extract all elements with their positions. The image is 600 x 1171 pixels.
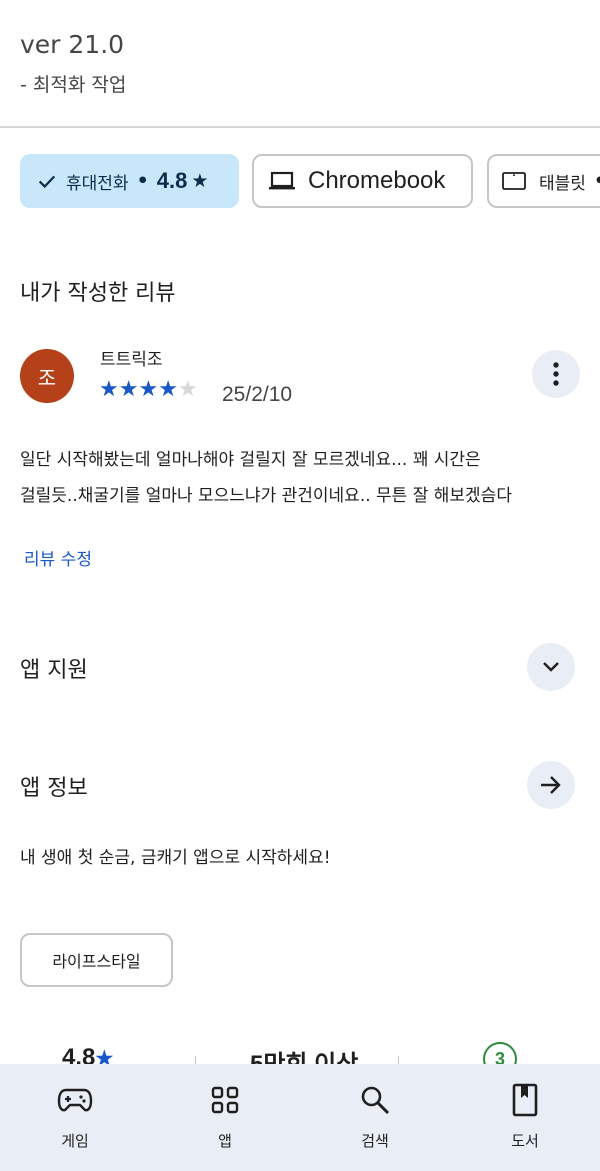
nav-label-games: 게임: [61, 1132, 89, 1150]
star-icon: ★: [138, 377, 159, 402]
chip-phone-label: 휴대전화: [66, 173, 129, 194]
chip-separator: •: [594, 170, 600, 192]
nav-item-apps[interactable]: 앱: [150, 1064, 300, 1171]
check-icon: [38, 175, 56, 189]
chip-phone[interactable]: 휴대전화 • 4.8 ★: [20, 154, 239, 208]
nav-item-books[interactable]: 도서: [450, 1064, 600, 1171]
review-date: 25/2/10: [222, 383, 293, 406]
nav-item-search[interactable]: 검색: [300, 1064, 450, 1171]
device-chip-row: 휴대전화 • 4.8 ★ Chromebook 태블릿 •: [20, 154, 600, 208]
star-icon: ★: [118, 377, 139, 402]
more-vert-icon: [553, 362, 559, 386]
version-text: ver 21.0: [20, 30, 125, 59]
chip-tablet-label: 태블릿: [539, 173, 586, 194]
app-support-title[interactable]: 앱 지원: [20, 652, 88, 684]
expand-app-support-button[interactable]: [527, 643, 575, 691]
bottom-navigation: 게임 앱 검색 도서: [0, 1064, 600, 1171]
chevron-down-icon: [543, 662, 559, 672]
review-text: 일단 시작해봤는데 얼마나해야 걸릴지 잘 모르겠네요... 꽤 시간은 걸릴듯…: [20, 442, 580, 514]
chip-chromebook-label: Chromebook: [308, 167, 446, 194]
laptop-icon: [269, 171, 295, 190]
avatar: 조: [20, 349, 74, 403]
search-icon: [355, 1082, 395, 1118]
chip-chromebook[interactable]: Chromebook: [252, 154, 473, 208]
app-info-title[interactable]: 앱 정보: [20, 770, 88, 802]
app-tagline: 내 생애 첫 순금, 금캐기 앱으로 시작하세요!: [20, 848, 331, 868]
review-text-line: 걸릴듯..채굴기를 얼마나 모으느냐가 관건이네요.. 무튼 잘 해보겠슴다: [20, 486, 512, 506]
review-text-line: 일단 시작해봤는데 얼마나해야 걸릴지 잘 모르겠네요... 꽤 시간은: [20, 450, 481, 470]
nav-label-books: 도서: [511, 1132, 539, 1150]
apps-grid-icon: [205, 1082, 245, 1118]
arrow-right-icon: [541, 776, 561, 794]
reviewer-name: 트트릭조: [100, 350, 163, 370]
more-options-button[interactable]: [532, 350, 580, 398]
chip-separator: •: [136, 170, 149, 192]
book-icon: [505, 1082, 545, 1118]
my-review-title: 내가 작성한 리뷰: [20, 281, 176, 306]
star-rating: ★★★★★: [99, 377, 198, 402]
star-empty-icon: ★: [177, 377, 198, 402]
gamepad-icon: [55, 1082, 95, 1118]
chip-tablet[interactable]: 태블릿 •: [487, 154, 600, 208]
star-icon: ★: [158, 377, 178, 402]
chip-phone-rating: 4.8: [156, 168, 188, 193]
star-icon: ★: [99, 377, 119, 402]
nav-label-apps: 앱: [218, 1132, 232, 1150]
whats-new-section: ver 21.0 - 최적화 작업: [0, 0, 600, 128]
tablet-icon: [502, 172, 526, 190]
nav-item-games[interactable]: 게임: [0, 1064, 150, 1171]
version-note: - 최적화 작업: [20, 74, 127, 96]
nav-label-search: 검색: [361, 1132, 389, 1150]
app-info-arrow-button[interactable]: [527, 761, 575, 809]
star-icon: ★: [191, 170, 209, 192]
category-chip[interactable]: 라이프스타일: [20, 933, 173, 987]
edit-review-link[interactable]: 리뷰 수정: [24, 545, 92, 570]
